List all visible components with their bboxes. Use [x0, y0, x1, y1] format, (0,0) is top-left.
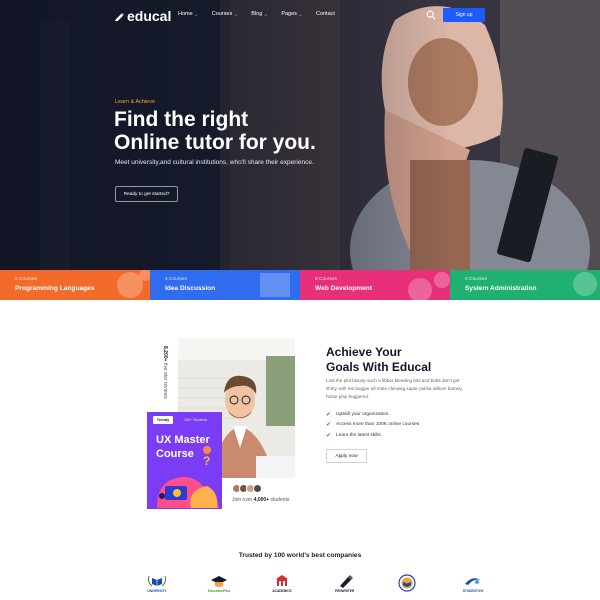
category-strip: 6 Courses Programming Languages 4 Course… — [0, 270, 600, 300]
brand-logo-university[interactable]: UNIVERSITY — [146, 574, 168, 593]
category-name: Programming Languages — [15, 285, 95, 292]
hero-title: Find the right Online tutor for you. — [114, 108, 374, 154]
menu-item-label: Blog — [251, 11, 263, 17]
logo-pencil-icon — [115, 12, 124, 21]
avatar — [253, 484, 262, 493]
achieve-title: Achieve Your Goals With Educal — [326, 345, 476, 374]
menu-item-pages[interactable]: Pages ⌵ — [281, 11, 302, 17]
category-background-image — [117, 270, 150, 298]
book-laurel-icon — [147, 575, 167, 587]
pen-nib-icon — [339, 575, 353, 588]
checklist-item: ✔ Upskill your organization. — [326, 409, 419, 420]
category-web-development[interactable]: 8 Courses Web Development — [300, 270, 450, 300]
academic-building-icon — [276, 575, 288, 586]
achieve-title-line1: Achieve Your — [326, 345, 402, 359]
logo-text: educal — [127, 8, 172, 24]
category-background-image — [260, 273, 290, 297]
category-count: 6 Courses — [465, 277, 487, 282]
checklist-text: Learn the latest skills — [336, 432, 381, 438]
graduation-cap-icon — [211, 576, 228, 587]
review-stat-number: 8,200+ — [162, 346, 168, 362]
apply-now-button[interactable]: Apply now — [326, 449, 367, 463]
top-navbar: educal Home ⌵ Courses ⌵ Blog ⌵ Pages ⌵ Conta… — [0, 0, 600, 32]
student-swoosh-icon — [465, 578, 481, 585]
menu-item-label: Contact — [315, 11, 335, 17]
category-background-image — [408, 272, 450, 300]
student-avatars — [232, 484, 262, 493]
category-name: Web Development — [315, 285, 373, 292]
brand-logo-studentich[interactable]: STUDENTICH — [462, 574, 484, 593]
review-stat-vertical: 8,200+ five star reviews — [162, 346, 168, 399]
chevron-down-icon: ⌵ — [298, 11, 302, 17]
main-menu: Home ⌵ Courses ⌵ Blog ⌵ Pages ⌵ Contact — [178, 11, 349, 17]
chevron-down-icon: ⌵ — [194, 11, 198, 17]
checklist-text: Upskill your organization. — [336, 411, 390, 417]
category-name: Idea Discussion — [165, 285, 216, 292]
chevron-down-icon: ⌵ — [234, 11, 238, 17]
category-programming-languages[interactable]: 6 Courses Programming Languages — [0, 270, 150, 300]
category-count: 4 Courses — [165, 277, 187, 282]
brand-name: PENWRITER — [335, 589, 355, 593]
menu-item-contact[interactable]: Contact — [316, 11, 335, 17]
category-background-image — [573, 272, 597, 296]
check-icon: ✔ — [326, 422, 332, 429]
join-suffix: students — [270, 497, 290, 503]
hero-subtitle: Meet university,and cultural institution… — [115, 159, 314, 166]
check-icon: ✔ — [326, 432, 332, 439]
checklist-text: Access more than 100K online courses — [336, 422, 420, 428]
category-count: 6 Courses — [15, 277, 37, 282]
menu-item-courses[interactable]: Courses ⌵ — [212, 11, 238, 17]
brand-logo-educationplus[interactable]: EducationPlus — [208, 574, 230, 593]
review-stat-text: five star reviews — [162, 362, 168, 399]
hero-title-line1: Find the right — [114, 108, 249, 131]
brand-name: EducationPlus — [208, 589, 231, 593]
join-prefix: Join over — [232, 497, 253, 503]
brand-logos: UNIVERSITY EducationPlus ACADEMICS PENWR… — [0, 574, 600, 598]
trusted-heading: Trusted by 100 world's best companies — [238, 552, 362, 559]
join-students-text: Join over 4,000+ students — [232, 497, 289, 503]
hero-eyebrow: Learn & Achieve — [115, 99, 156, 105]
chevron-down-icon: ⌵ — [264, 11, 268, 17]
feature-checklist: ✔ Upskill your organization. ✔ Access mo… — [326, 409, 419, 441]
join-number: 4,000+ — [253, 497, 270, 503]
achieve-description: Lost the plot bloody such a fibber bleed… — [326, 378, 463, 399]
category-count: 8 Courses — [315, 277, 337, 282]
menu-item-label: Courses — [211, 11, 233, 17]
search-icon[interactable] — [426, 10, 436, 20]
menu-item-home[interactable]: Home ⌵ — [178, 11, 198, 17]
brand-logo-seal[interactable] — [398, 574, 416, 593]
signup-button[interactable]: Sign up — [443, 8, 485, 22]
brand-logo-penwriter[interactable]: PENWRITER — [335, 574, 354, 593]
course-card[interactable]: Trendy 185+ Students UX Master Course ? — [147, 412, 222, 509]
get-started-button[interactable]: Ready to get started? — [115, 186, 178, 202]
hero-section: educal Home ⌵ Courses ⌵ Blog ⌵ Pages ⌵ Conta… — [0, 0, 600, 270]
category-idea-discussion[interactable]: 4 Courses Idea Discussion — [150, 270, 300, 300]
brand-name: UNIVERSITY — [147, 589, 167, 593]
category-system-administration[interactable]: 6 Courses System Administration — [450, 270, 600, 300]
brand-name: ACADEMICS — [272, 589, 292, 593]
hero-title-line2: Online tutor for you. — [114, 131, 316, 154]
seal-book-icon — [398, 574, 416, 592]
svg-text:?: ? — [203, 454, 210, 468]
checklist-item: ✔ Access more than 100K online courses — [326, 420, 419, 431]
checklist-item: ✔ Learn the latest skills — [326, 430, 419, 441]
brand-name: STUDENTICH — [462, 589, 484, 593]
category-name: System Administration — [465, 285, 537, 292]
menu-item-blog[interactable]: Blog ⌵ — [251, 11, 267, 17]
check-icon: ✔ — [326, 411, 332, 418]
achieve-title-line2: Goals With Educal — [326, 359, 432, 374]
brand-logo-academics[interactable]: ACADEMICS — [272, 574, 292, 593]
menu-item-label: Home — [178, 11, 193, 17]
course-illustration-image: ? — [157, 446, 219, 508]
site-logo[interactable]: educal — [115, 8, 171, 24]
menu-item-label: Pages — [281, 11, 297, 17]
